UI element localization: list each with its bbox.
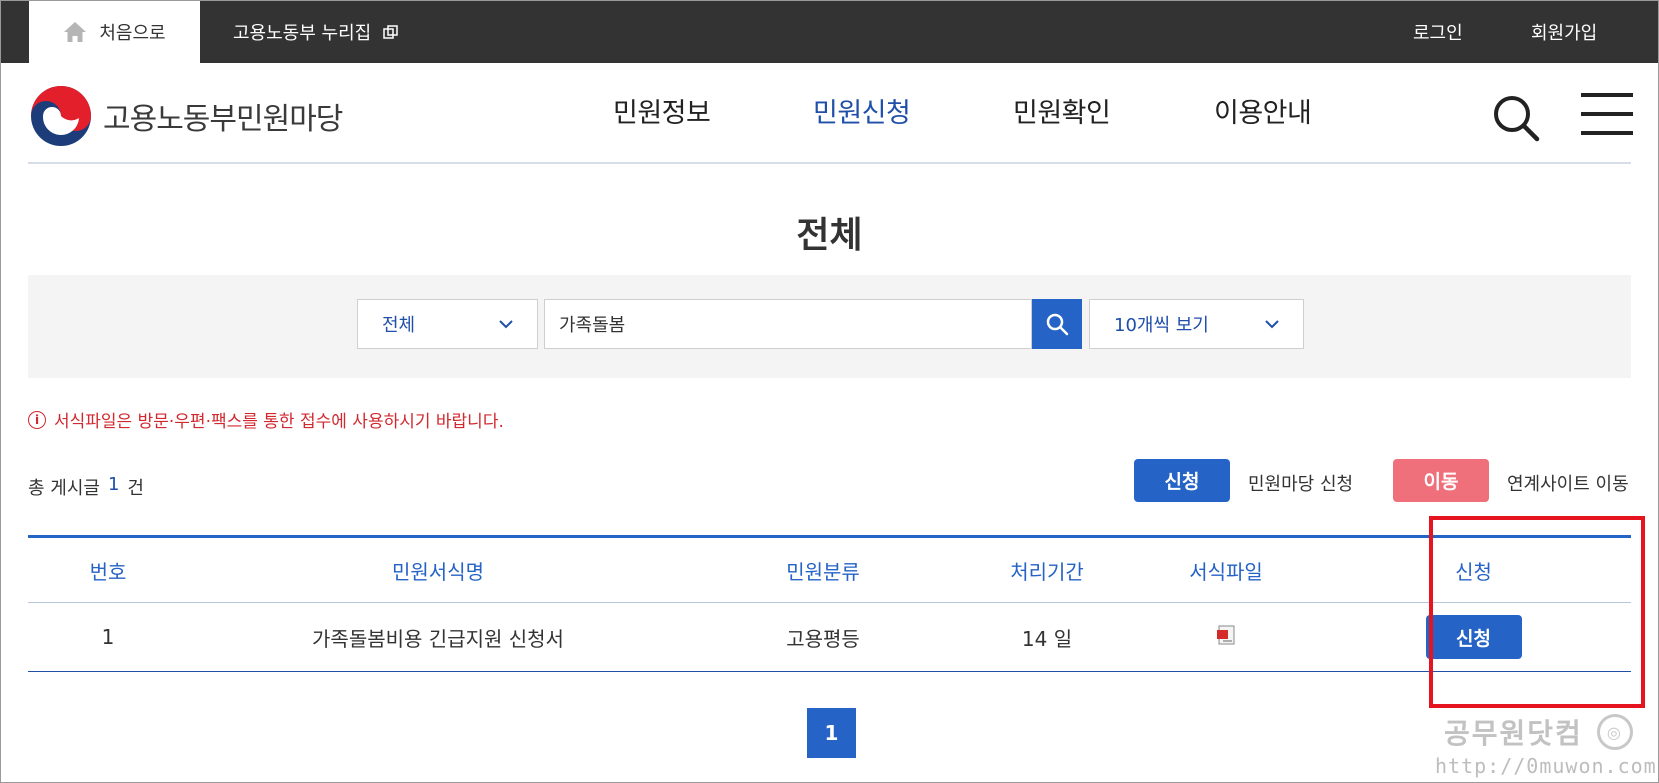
row-period: 14 일 <box>1021 626 1073 651</box>
forms-table: 번호 민원서식명 민원분류 처리기간 서식파일 신청 1 가족돌봄비용 긴급지원… <box>28 535 1631 672</box>
col-header-category: 민원분류 <box>786 559 860 584</box>
hwp-file-icon[interactable] <box>1215 624 1237 646</box>
nav-item-check[interactable]: 민원확인 <box>1013 91 1111 130</box>
table-row: 1 가족돌봄비용 긴급지원 신청서 고용평등 14 일 신청 <box>28 603 1631 672</box>
join-link[interactable]: 회원가입 <box>1531 1 1597 63</box>
category-select[interactable]: 전체 <box>357 299 538 349</box>
search-panel: 전체 가족돌봄 10개씩 보기 <box>28 275 1631 378</box>
nav-item-guide[interactable]: 이용안내 <box>1214 91 1312 130</box>
per-page-select[interactable]: 10개씩 보기 <box>1089 299 1304 349</box>
watermark-url: http://0muwon.com <box>1435 754 1657 778</box>
site-header: 고용노동부민원마당 민원정보 민원신청 민원확인 이용안내 <box>1 63 1658 164</box>
info-icon: i <box>28 410 46 429</box>
home-label: 처음으로 <box>99 23 166 44</box>
col-header-form-name: 민원서식명 <box>392 559 484 584</box>
home-icon <box>64 22 87 42</box>
per-page-select-value: 10개씩 보기 <box>1114 315 1209 336</box>
col-header-period: 처리기간 <box>1010 559 1084 584</box>
total-count: 총 게시글 1 건 <box>28 474 144 500</box>
watermark-logo: ◎ <box>1596 714 1633 750</box>
row-category: 고용평등 <box>786 626 860 651</box>
legend-apply-desc: 민원마당 신청 <box>1248 474 1354 495</box>
col-header-form-file: 서식파일 <box>1189 559 1263 584</box>
nav-item-apply[interactable]: 민원신청 <box>813 91 911 130</box>
row-form-file <box>1136 624 1316 651</box>
search-icon[interactable] <box>1491 93 1541 143</box>
total-count-value: 1 <box>107 474 120 495</box>
header-divider <box>28 162 1631 164</box>
menu-icon[interactable] <box>1581 93 1633 135</box>
legend-move-badge: 이동 <box>1393 459 1489 502</box>
category-select-value: 전체 <box>382 315 416 336</box>
row-form-name[interactable]: 가족돌봄비용 긴급지원 신청서 <box>188 623 688 652</box>
row-number: 1 <box>101 625 115 649</box>
external-window-icon <box>383 24 398 39</box>
government-emblem-icon <box>31 86 91 146</box>
total-count-prefix: 총 게시글 <box>28 478 100 499</box>
legend-apply-badge: 신청 <box>1134 459 1230 502</box>
keyword-search-button[interactable] <box>1032 299 1082 349</box>
keyword-input[interactable]: 가족돌봄 <box>544 299 1032 349</box>
site-logo[interactable]: 고용노동부민원마당 <box>29 84 343 148</box>
page-title: 전체 <box>796 215 863 256</box>
total-count-suffix: 건 <box>127 478 144 499</box>
table-header-row: 번호 민원서식명 민원분류 처리기간 서식파일 신청 <box>28 538 1631 603</box>
home-link[interactable]: 처음으로 <box>29 1 200 63</box>
ministry-site-link[interactable]: 고용노동부 누리집 <box>233 1 398 63</box>
pagination-page[interactable]: 1 <box>807 708 856 758</box>
site-logo-text: 고용노동부민원마당 <box>103 102 343 137</box>
ministry-site-label: 고용노동부 누리집 <box>233 23 372 44</box>
utility-bar: 처음으로 고용노동부 누리집 로그인 회원가입 <box>1 1 1658 63</box>
chevron-down-icon <box>1265 319 1279 328</box>
notice-text: 서식파일은 방문·우편·팩스를 통한 접수에 사용하시기 바랍니다. <box>54 412 504 432</box>
search-icon <box>1046 313 1069 336</box>
col-header-number: 번호 <box>89 559 127 584</box>
login-link[interactable]: 로그인 <box>1413 1 1463 63</box>
chevron-down-icon <box>499 319 513 328</box>
form-file-notice: i 서식파일은 방문·우편·팩스를 통한 접수에 사용하시기 바랍니다. <box>28 407 504 432</box>
legend-move-desc: 연계사이트 이동 <box>1507 474 1629 495</box>
watermark: 공무원닷컴 ◎ <box>1444 712 1633 752</box>
nav-item-info[interactable]: 민원정보 <box>613 91 711 130</box>
watermark-name: 공무원닷컴 <box>1444 717 1583 750</box>
highlight-box <box>1429 516 1645 708</box>
